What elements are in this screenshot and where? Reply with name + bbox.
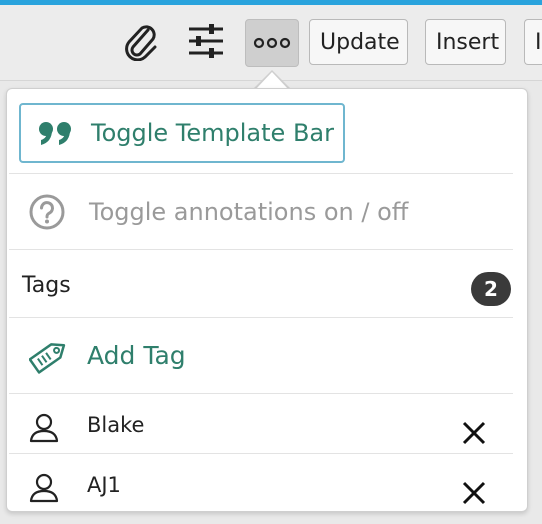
toggle-annotations-button[interactable]: Toggle annotations on / off (29, 192, 408, 232)
add-tag-button[interactable]: Add Tag (29, 333, 186, 377)
divider (9, 393, 513, 394)
quote-icon (21, 120, 91, 146)
help-circle-icon (29, 194, 89, 230)
tag-name: Blake (87, 413, 145, 437)
toggle-annotations-label: Toggle annotations on / off (89, 198, 409, 226)
user-icon (29, 413, 59, 447)
sliders-icon[interactable] (186, 21, 226, 61)
popover-pointer-fill (256, 72, 288, 89)
tags-count-badge: 2 (471, 272, 511, 306)
insert-button[interactable]: Insert (425, 19, 506, 65)
tag-row: AJ1 (7, 455, 507, 515)
close-icon[interactable] (462, 421, 486, 449)
tag-icon (29, 335, 87, 375)
more-options-popover: Toggle Template Bar Toggle annotations o… (6, 88, 528, 512)
update-button[interactable]: Update (309, 19, 408, 65)
tag-row: Blake (7, 395, 507, 455)
divider (9, 317, 513, 318)
close-icon[interactable] (462, 481, 486, 509)
divider (9, 453, 513, 454)
user-icon (29, 473, 59, 507)
divider (9, 249, 513, 250)
more-dots-icon[interactable] (245, 19, 299, 67)
tags-heading: Tags (22, 273, 71, 298)
divider (9, 173, 513, 174)
add-tag-label: Add Tag (87, 340, 186, 370)
toggle-template-bar-button[interactable]: Toggle Template Bar (19, 103, 345, 163)
paperclip-icon[interactable] (120, 21, 160, 61)
toggle-template-bar-label: Toggle Template Bar (91, 119, 334, 147)
tag-name: AJ1 (87, 473, 121, 497)
cut-off-button[interactable]: I (524, 19, 542, 65)
